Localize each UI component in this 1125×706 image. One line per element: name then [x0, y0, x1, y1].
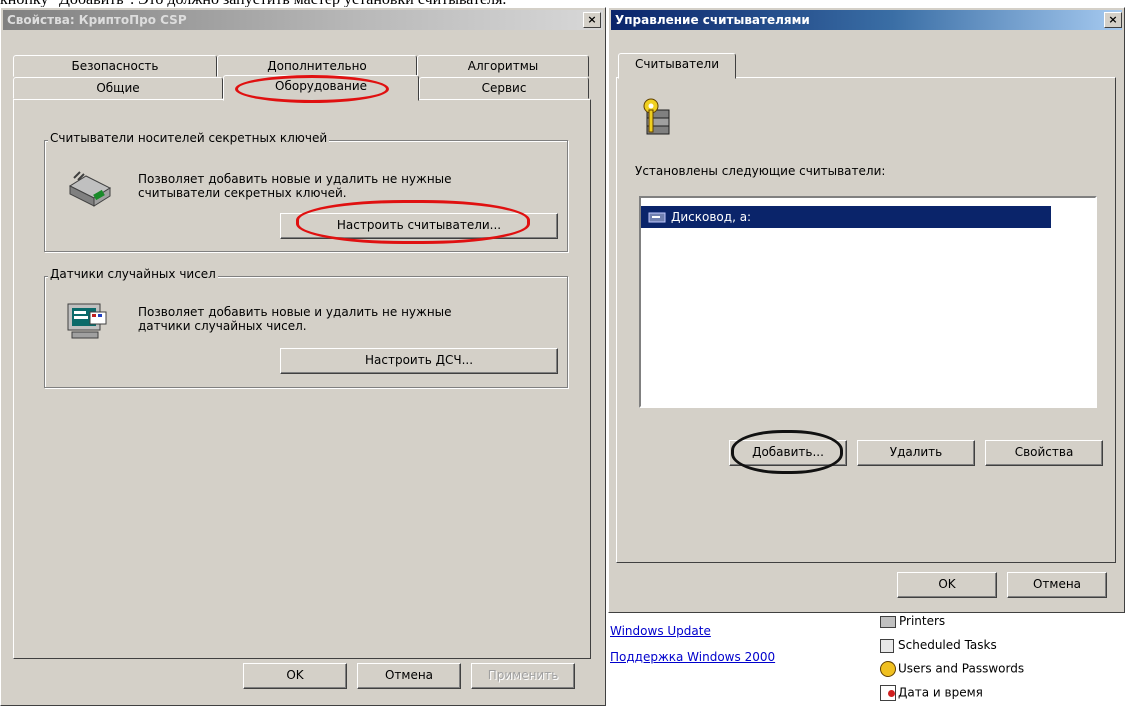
red-highlight-configure-readers: [296, 200, 530, 244]
button-label: Настроить ДСЧ...: [364, 353, 474, 367]
keys-icon: [637, 96, 677, 140]
red-highlight-tab: [235, 75, 389, 103]
ok-button[interactable]: OK: [243, 663, 347, 689]
list-item-selected[interactable]: Дисковод, a:: [641, 206, 1051, 228]
rng-description-line1: Позволяет добавить новые и удалить не ну…: [138, 305, 452, 319]
crypto-properties-window: Свойства: КриптоПро CSP × Безопасность Д…: [0, 7, 606, 706]
item-label: Users and Passwords: [898, 661, 1025, 676]
properties-button[interactable]: Свойства: [985, 440, 1103, 466]
windows-support-link[interactable]: Поддержка Windows 2000: [610, 650, 775, 664]
black-highlight-add: [731, 430, 843, 474]
tab-service[interactable]: Сервис: [419, 77, 589, 99]
reader-name: Дисковод, a:: [671, 210, 752, 224]
hardware-tab-panel: Считыватели носителей секретных ключей П…: [13, 99, 591, 659]
readers-group-label: Считыватели носителей секретных ключей: [48, 131, 330, 145]
close-button[interactable]: ×: [583, 12, 601, 28]
control-panel-item-date-time[interactable]: Дата и время: [880, 685, 983, 701]
item-label: Дата и время: [898, 685, 983, 700]
control-panel-item-users[interactable]: Users and Passwords: [880, 661, 1024, 677]
tab-label: Общие: [96, 81, 140, 95]
windows-update-link[interactable]: Windows Update: [610, 624, 711, 638]
button-label: OK: [286, 668, 304, 682]
tab-label: Алгоритмы: [467, 59, 539, 73]
drive-icon: [647, 209, 667, 225]
printer-icon: [880, 615, 896, 628]
tab-label: Считыватели: [635, 57, 719, 71]
scheduled-tasks-icon: [880, 638, 894, 653]
users-icon: [880, 661, 896, 677]
button-label: Свойства: [1014, 445, 1074, 459]
title-bar: Управление считывателями: [611, 10, 1122, 30]
cancel-button[interactable]: Отмена: [1007, 572, 1107, 598]
installed-readers-label: Установлены следующие считыватели:: [635, 164, 886, 178]
clock-icon: [880, 685, 896, 701]
configure-rng-button[interactable]: Настроить ДСЧ...: [280, 348, 558, 374]
reader-management-window: Управление считывателями × Считыватели У…: [608, 7, 1125, 613]
item-label: Scheduled Tasks: [898, 638, 997, 652]
readers-description-line1: Позволяет добавить новые и удалить не ну…: [138, 172, 452, 186]
tab-label: Сервис: [481, 81, 527, 95]
rng-group-label: Датчики случайных чисел: [48, 267, 218, 281]
window-title: Свойства: КриптоПро CSP: [7, 13, 187, 27]
tab-advanced[interactable]: Дополнительно: [217, 55, 417, 77]
control-panel-item-printers[interactable]: Printers: [880, 614, 945, 628]
item-label: Printers: [899, 614, 946, 628]
ok-button[interactable]: OK: [897, 572, 997, 598]
tab-algorithms[interactable]: Алгоритмы: [417, 55, 589, 77]
window-title: Управление считывателями: [615, 13, 810, 27]
tab-label: Безопасность: [71, 59, 159, 73]
readers-list[interactable]: Дисковод, a:: [639, 196, 1097, 408]
rng-description-line2: датчики случайных чисел.: [138, 319, 307, 333]
readers-tab-panel: Установлены следующие считыватели: Диско…: [616, 77, 1116, 563]
close-button[interactable]: ×: [1104, 12, 1122, 28]
tab-label: Дополнительно: [267, 59, 367, 73]
button-label: Отмена: [384, 668, 434, 682]
cancel-button[interactable]: Отмена: [357, 663, 461, 689]
tab-security[interactable]: Безопасность: [13, 55, 217, 77]
computer-icon: [64, 300, 112, 344]
button-label: OK: [938, 577, 956, 591]
readers-description-line2: считыватели секретных ключей.: [138, 186, 347, 200]
control-panel-item-scheduled-tasks[interactable]: Scheduled Tasks: [880, 638, 997, 653]
tab-readers[interactable]: Считыватели: [618, 53, 736, 79]
card-reader-icon: [66, 168, 114, 212]
button-label: Применить: [487, 668, 559, 682]
apply-button[interactable]: Применить: [471, 663, 575, 689]
remove-button[interactable]: Удалить: [857, 440, 975, 466]
tab-general[interactable]: Общие: [13, 77, 223, 99]
button-label: Удалить: [889, 445, 943, 459]
title-bar: Свойства: КриптоПро CSP: [3, 10, 603, 30]
button-label: Отмена: [1032, 577, 1082, 591]
